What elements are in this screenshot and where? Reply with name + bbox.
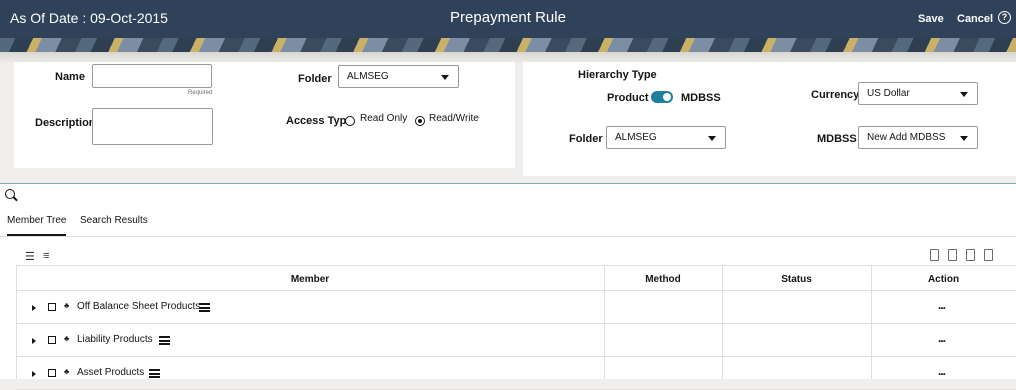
hierarchy-type-label: Hierarchy Type [578, 69, 657, 81]
hierarchy-folder-value: ALMSEG [615, 132, 657, 143]
hierarchy-folder-label: Folder [569, 133, 603, 145]
row-action-menu[interactable]: ... [938, 298, 946, 312]
description-label: Description [35, 117, 96, 129]
member-label: Liability Products [77, 334, 153, 345]
product-option-label: Product [607, 92, 649, 104]
expand-arrow-icon[interactable] [32, 338, 36, 344]
member-label: Off Balance Sheet Products [77, 301, 201, 312]
name-label: Name [55, 71, 85, 83]
read-write-radio[interactable] [415, 116, 425, 126]
chevron-down-icon [441, 75, 449, 80]
name-input[interactable] [92, 64, 212, 88]
folder-select[interactable]: ALMSEG [338, 65, 459, 88]
expand-all-icon[interactable]: ☰ [25, 250, 35, 263]
table-row[interactable]: ♣ Off Balance Sheet Products ... [16, 291, 1016, 324]
row-checkbox[interactable] [48, 369, 56, 377]
node-icon: ♣ [64, 301, 70, 310]
expand-arrow-icon[interactable] [32, 371, 36, 377]
page-header [0, 0, 1016, 52]
copy-icon[interactable] [966, 249, 975, 261]
column-header-method[interactable]: Method [604, 274, 722, 285]
member-menu-icon[interactable] [159, 336, 170, 345]
help-icon[interactable]: ? [998, 11, 1011, 24]
currency-select-value: US Dollar [867, 88, 910, 99]
currency-label: Currency [811, 89, 860, 101]
cancel-button[interactable]: Cancel [957, 13, 993, 25]
delete-icon[interactable] [984, 249, 993, 261]
row-checkbox[interactable] [48, 336, 56, 344]
read-only-label: Read Only [360, 113, 408, 124]
tab-search-results[interactable]: Search Results [80, 215, 148, 226]
column-header-member[interactable]: Member [16, 274, 604, 285]
mdbss-select-value: New Add MDBSS [867, 132, 946, 143]
grid-column-divider [604, 265, 605, 379]
mdbss-select[interactable]: New Add MDBSS [858, 126, 978, 149]
mdbss-option-label: MDBSS [681, 92, 721, 104]
row-action-menu[interactable]: ... [938, 364, 946, 378]
column-header-action[interactable]: Action [871, 274, 1016, 285]
expand-arrow-icon[interactable] [32, 305, 36, 311]
chevron-down-icon [708, 136, 716, 141]
currency-select[interactable]: US Dollar [858, 82, 978, 105]
folder-select-value: ALMSEG [347, 71, 389, 82]
grid-header: Member Method Status Action [16, 265, 1016, 291]
member-menu-icon[interactable] [199, 303, 210, 312]
search-divider [0, 183, 1016, 184]
row-action-menu[interactable]: ... [938, 331, 946, 345]
description-input[interactable] [92, 108, 213, 145]
tab-divider [0, 236, 1016, 237]
edit-icon[interactable] [948, 249, 957, 261]
add-icon[interactable] [930, 249, 939, 261]
member-label: Asset Products [77, 367, 145, 378]
mdbss-label: MDBSS [817, 133, 857, 145]
save-button[interactable]: Save [918, 13, 944, 25]
member-menu-icon[interactable] [149, 369, 160, 378]
table-row[interactable]: ♣ Liability Products ... [16, 324, 1016, 357]
grid-column-divider [16, 265, 17, 379]
read-write-label: Read/Write [429, 113, 479, 124]
chevron-down-icon [960, 92, 968, 97]
access-type-label: Access Type [286, 115, 353, 127]
name-required-hint: Required [188, 90, 213, 96]
collapse-all-icon[interactable]: ≡ [43, 250, 49, 262]
hierarchy-folder-select[interactable]: ALMSEG [606, 126, 726, 149]
tab-member-tree[interactable]: Member Tree [7, 215, 66, 226]
chevron-down-icon [960, 136, 968, 141]
node-icon: ♣ [64, 367, 70, 376]
search-icon[interactable] [5, 189, 15, 199]
column-header-status[interactable]: Status [722, 274, 871, 285]
table-row[interactable]: ♣ Asset Products ... [16, 357, 1016, 390]
folder-label: Folder [298, 73, 332, 85]
grid-column-divider [871, 265, 872, 379]
node-icon: ♣ [64, 334, 70, 343]
header-decorative-band [0, 38, 1016, 52]
hierarchy-type-toggle[interactable] [651, 91, 673, 103]
row-checkbox[interactable] [48, 303, 56, 311]
grid-column-divider [722, 265, 723, 379]
page-title: Prepayment Rule [450, 9, 566, 26]
read-only-radio[interactable] [345, 116, 355, 126]
